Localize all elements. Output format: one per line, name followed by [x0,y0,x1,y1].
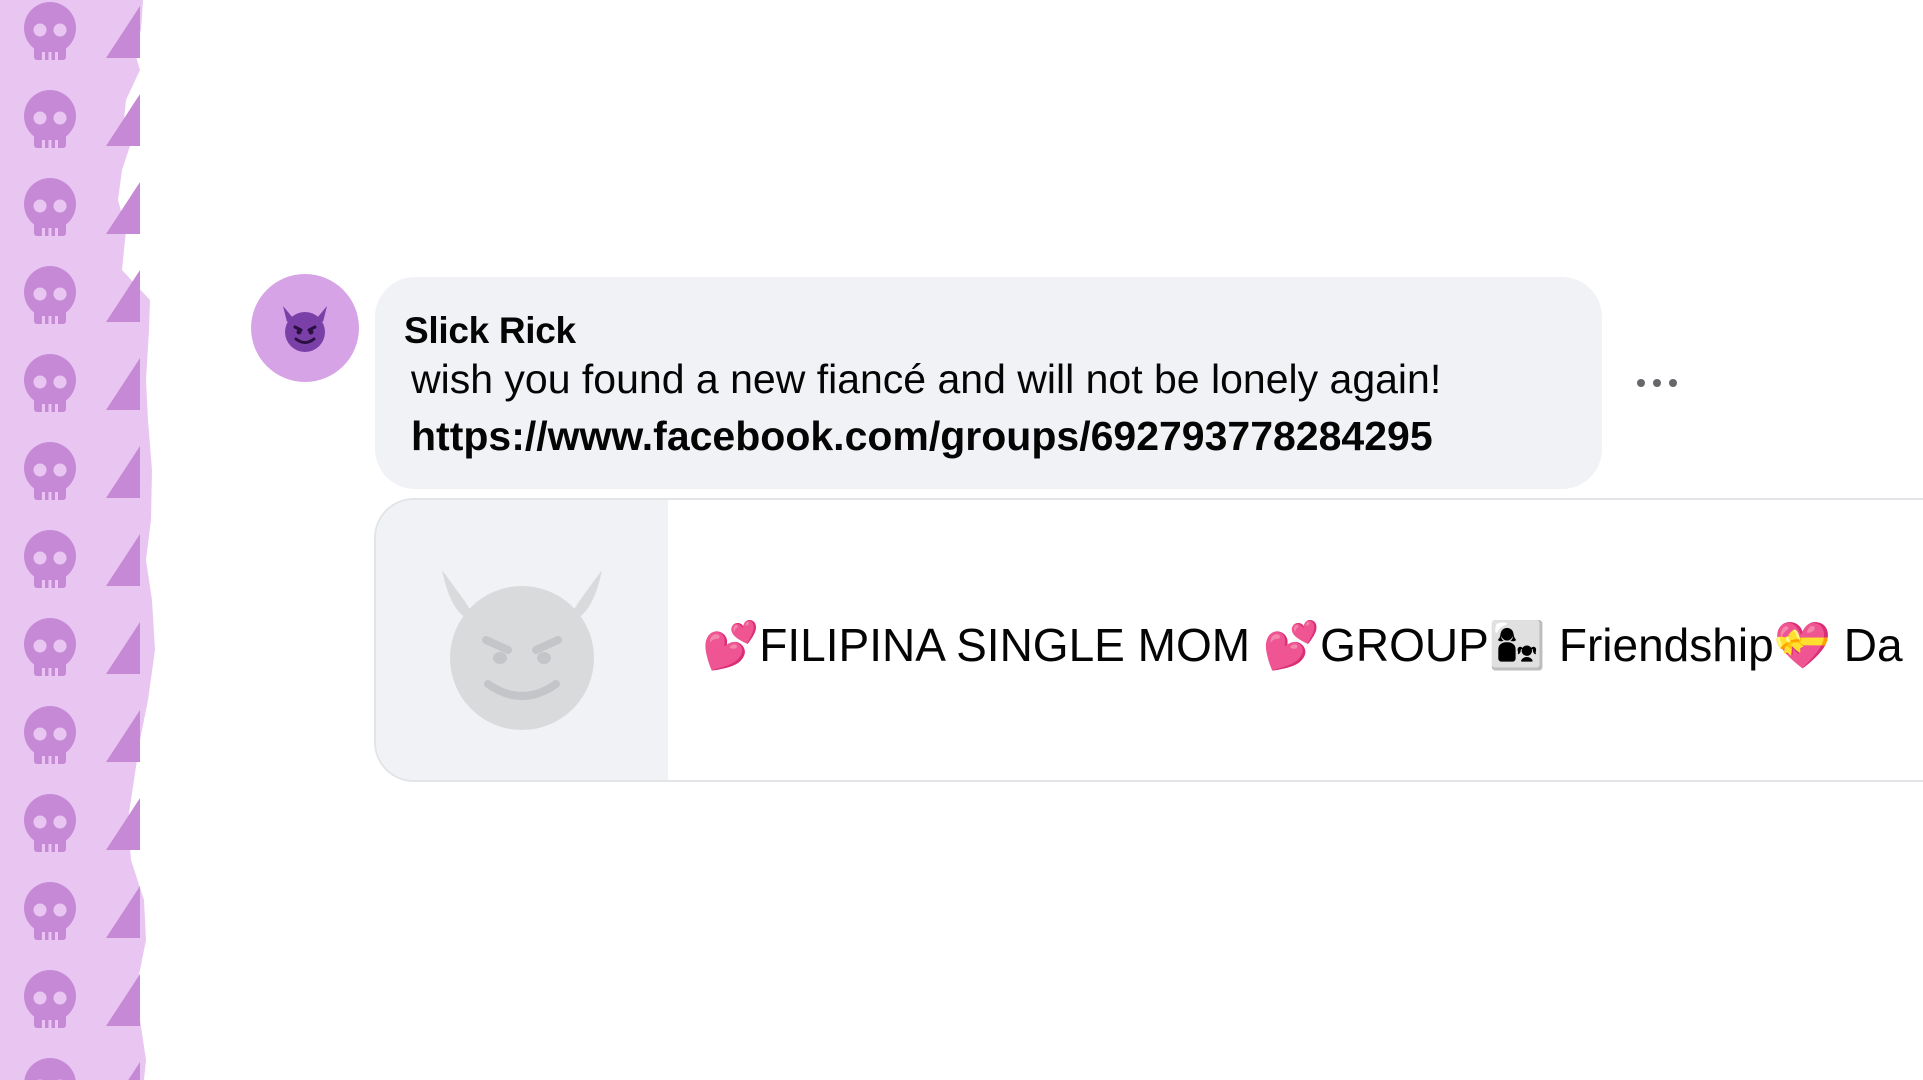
devil-emoji-icon [283,306,327,352]
two-hearts-icon: 💕 [702,618,760,672]
devil-emoji-icon [442,570,602,730]
comment-text: wish you found a new fiancé and will not… [411,356,1442,402]
link-preview-card[interactable]: 💕FILIPINA SINGLE MOM 💕GROUP👩‍👧 Friendshi… [374,498,1923,782]
link-preview-title[interactable]: 💕FILIPINA SINGLE MOM 💕GROUP👩‍👧 Friendshi… [702,618,1903,673]
two-hearts-icon: 💕 [1262,618,1321,672]
more-options-icon [1637,379,1677,387]
preview-title-part: Friendship [1546,619,1774,671]
decorative-skull-strip [0,0,160,1080]
comment-author[interactable]: Slick Rick [404,310,576,352]
avatar[interactable] [251,274,359,382]
heart-ribbon-icon: 💝 [1773,618,1831,672]
more-options-button[interactable] [1632,365,1682,401]
link-preview-thumbnail [376,500,668,780]
preview-title-part: Da [1830,619,1903,671]
comment-bubble: Slick Rick wish you found a new fiancé a… [375,277,1602,489]
family-icon: 👩‍👧 [1488,618,1547,672]
preview-title-part: FILIPINA SINGLE MOM [759,619,1263,671]
comment-link[interactable]: https://www.facebook.com/groups/69279377… [411,413,1433,460]
preview-title-part: GROUP [1320,619,1489,671]
